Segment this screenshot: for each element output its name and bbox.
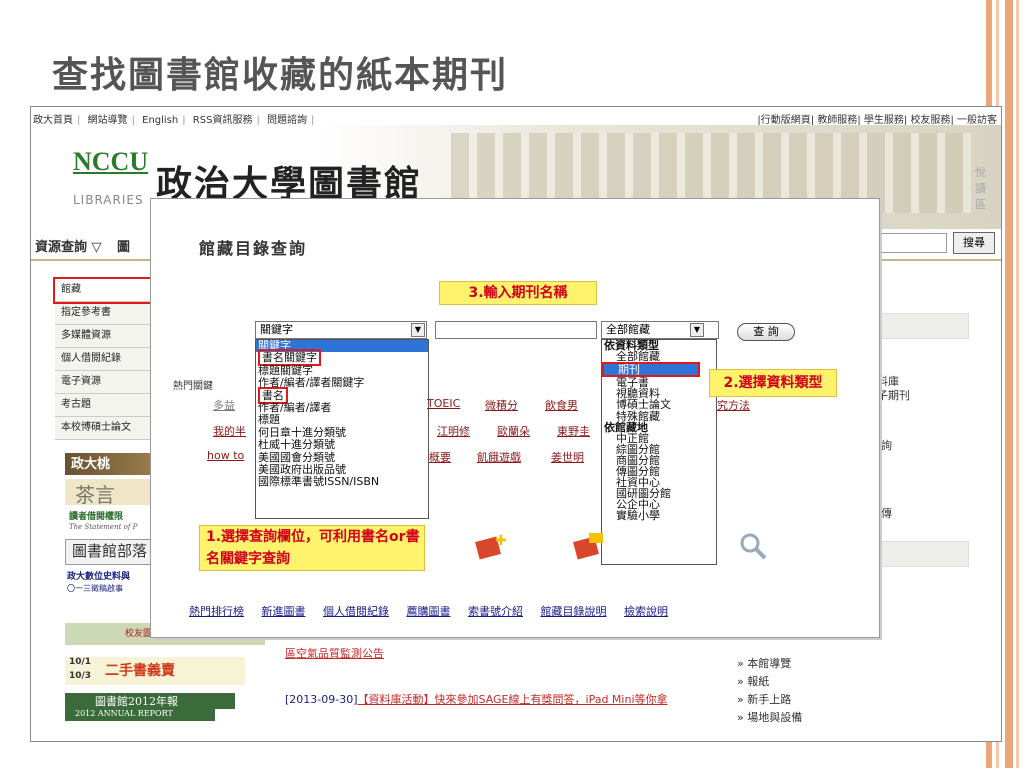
search-field-dropdown: 關鍵字 書名關鍵字 標題關鍵字 作者/編者/譯者關鍵字 書名 作者/編者/譯者 …: [255, 339, 429, 519]
chevron-down-icon[interactable]: ▼: [690, 323, 704, 337]
top-links-left: 政大首頁 | 網站導覽 | English | RSS資訊服務 | 問題諮詢 |: [33, 115, 315, 126]
hot-keyword[interactable]: 究方法: [717, 397, 750, 413]
collection-option[interactable]: 博碩士論文: [602, 399, 716, 410]
collection-option[interactable]: 特殊館藏: [602, 410, 716, 421]
svg-text:✚: ✚: [495, 533, 507, 549]
field-option[interactable]: 作者/編者/譯者: [256, 401, 428, 414]
logo-subtitle: LIBRARIES: [73, 193, 144, 207]
hot-keyword[interactable]: how to: [207, 449, 244, 462]
callout-step3: 3.輸入期刊名稱: [439, 281, 597, 305]
dialog-link[interactable]: 檢索說明: [624, 605, 668, 618]
hot-keyword[interactable]: 姜世明: [551, 449, 584, 465]
new-books-icon[interactable]: ✚: [473, 531, 507, 561]
top-links-right: |行動版網頁| 教師服務| 學生服務| 校友服務| 一般訪客: [757, 115, 997, 126]
right-top-item[interactable]: 詢: [881, 437, 892, 455]
field-option[interactable]: 杜威十進分類號: [256, 438, 428, 451]
hot-keyword[interactable]: TOEIC: [427, 397, 460, 410]
hot-keyword[interactable]: 概要: [429, 449, 451, 465]
call-number-icon[interactable]: [571, 531, 605, 561]
hot-keywords-label: 熱門關鍵: [173, 381, 213, 392]
field-option[interactable]: 國際標準書號ISSN/ISBN: [256, 476, 428, 489]
side-slogan: 悅讀區: [975, 166, 986, 211]
nav-resource-menu[interactable]: 資源查詢 ▽: [35, 236, 102, 255]
dialog-link[interactable]: 薦購圖書: [407, 605, 451, 618]
news-text[interactable]: 【資料庫活動】快來參加SAGE線上有獎問答，iPad Mini等你拿: [358, 693, 668, 706]
right-list-item[interactable]: » 報紙: [737, 673, 802, 691]
hot-keyword[interactable]: 東野圭: [557, 423, 590, 439]
dialog-link[interactable]: 個人借閱紀錄: [323, 605, 389, 618]
collection-select[interactable]: 全部館藏 ▼: [601, 321, 719, 339]
hot-keyword[interactable]: 我的半: [213, 423, 246, 439]
field-option[interactable]: 標題: [256, 414, 428, 427]
hot-keyword[interactable]: 多益: [213, 397, 235, 413]
field-option[interactable]: 書名關鍵字: [256, 349, 428, 367]
banner[interactable]: 圖書館2012年報: [65, 693, 235, 709]
banner[interactable]: 二手書義賣: [65, 657, 245, 685]
banner-date: 10/1: [69, 657, 92, 667]
hot-keyword[interactable]: 飢餓遊戲: [477, 449, 521, 465]
dialog-link[interactable]: 館藏目錄說明: [541, 605, 607, 618]
right-list-item[interactable]: » 本館導覽: [737, 655, 802, 673]
search-field-select[interactable]: 關鍵字 ▼: [255, 321, 427, 339]
chevron-down-icon[interactable]: ▼: [411, 323, 425, 337]
site-search-button[interactable]: 搜尋: [953, 232, 995, 254]
news-item[interactable]: 區空氣品質監測公告: [285, 645, 725, 661]
query-button[interactable]: 查 詢: [737, 323, 795, 341]
slide-title: 查找圖書館收藏的紙本期刊: [52, 55, 509, 96]
dialog-link[interactable]: 熱門排行榜: [189, 605, 244, 618]
dialog-bottom-links: 熱門排行榜 新進圖書 個人借閱紀錄 薦購圖書 索書號介紹 館藏目錄說明 檢索說明: [189, 603, 682, 619]
right-list-item[interactable]: » 場地與設備: [737, 709, 802, 727]
right-top-item[interactable]: 子期刊: [877, 387, 910, 405]
dialog-title: 館藏目錄查詢: [199, 239, 308, 258]
dialog-link[interactable]: 新進圖書: [262, 605, 306, 618]
keyword-input[interactable]: [435, 321, 597, 339]
news-date: [2013-09-30]: [285, 693, 358, 706]
news-text[interactable]: 區空氣品質監測公告: [285, 647, 384, 660]
nav-item-partial[interactable]: 圖: [117, 236, 130, 255]
callout-step1: 1.選擇查詢欄位，可利用書名or書名關鍵字查詢: [199, 525, 425, 571]
hot-keyword[interactable]: 微積分: [485, 397, 518, 413]
dialog-link[interactable]: 索書號介紹: [468, 605, 523, 618]
collection-option[interactable]: 全部館藏: [602, 351, 716, 362]
right-top-item[interactable]: 傳: [881, 505, 892, 523]
magnifier-icon[interactable]: [737, 531, 771, 561]
callout-step2: 2.選擇資料類型: [709, 369, 837, 397]
decor-stripe: [1005, 0, 1013, 768]
screenshot-frame: 政大首頁 | 網站導覽 | English | RSS資訊服務 | 問題諮詢 | |行動版…: [30, 106, 1002, 742]
nccu-logo[interactable]: NCCU: [73, 147, 148, 177]
collection-dropdown: 依資料類型 全部館藏 期刊 電子書 視聽資料 博碩士論文 特殊館藏 依館藏地 中…: [601, 339, 717, 565]
hot-keyword[interactable]: 歐蘭朵: [497, 423, 530, 439]
banner-subtext: 2012 ANNUAL REPORT: [65, 709, 215, 721]
banner-date: 10/3: [69, 671, 92, 681]
hot-keyword[interactable]: 江明修: [437, 423, 470, 439]
right-list: » 本館導覽 » 報紙 » 新手上路 » 場地與設備: [737, 655, 802, 727]
decor-stripe: [1016, 0, 1019, 768]
collection-option[interactable]: 實驗小學: [602, 510, 716, 521]
hot-keyword[interactable]: 飲食男: [545, 397, 578, 413]
news-item[interactable]: [2013-09-30]【資料庫活動】快來參加SAGE線上有獎問答，iPad M…: [285, 691, 725, 707]
right-list-item[interactable]: » 新手上路: [737, 691, 802, 709]
